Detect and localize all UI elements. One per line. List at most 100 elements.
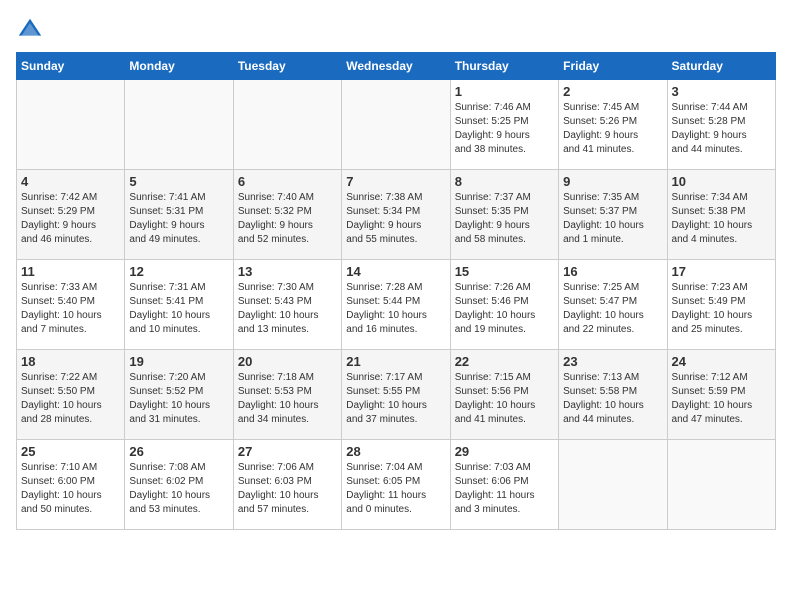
day-info: Sunrise: 7:38 AM Sunset: 5:34 PM Dayligh… bbox=[346, 191, 445, 247]
day-info: Sunrise: 7:23 AM Sunset: 5:49 PM Dayligh… bbox=[672, 281, 771, 337]
day-cell: 28 Sunrise: 7:04 AM Sunset: 6:05 PM Dayli… bbox=[342, 440, 450, 530]
day-cell: 11Sunrise: 7:33 AM Sunset: 5:40 PM Dayli… bbox=[17, 260, 125, 350]
col-header-monday: Monday bbox=[125, 53, 233, 80]
day-number: 23 bbox=[563, 354, 662, 369]
day-cell: 12Sunrise: 7:31 AM Sunset: 5:41 PM Dayli… bbox=[125, 260, 233, 350]
day-cell: 16 Sunrise: 7:25 AM Sunset: 5:47 PM Dayli… bbox=[559, 260, 667, 350]
day-cell: 15 Sunrise: 7:26 AM Sunset: 5:46 PM Dayli… bbox=[450, 260, 558, 350]
day-info: Sunrise: 7:20 AM Sunset: 5:52 PM Dayligh… bbox=[129, 371, 228, 427]
day-cell bbox=[342, 80, 450, 170]
day-number: 16 bbox=[563, 264, 662, 279]
col-header-saturday: Saturday bbox=[667, 53, 775, 80]
day-info: Sunrise: 7:35 AM Sunset: 5:37 PM Dayligh… bbox=[563, 191, 662, 247]
day-info: Sunrise: 7:34 AM Sunset: 5:38 PM Dayligh… bbox=[672, 191, 771, 247]
day-cell bbox=[667, 440, 775, 530]
day-number: 6 bbox=[238, 174, 337, 189]
day-number: 10 bbox=[672, 174, 771, 189]
day-number: 13 bbox=[238, 264, 337, 279]
day-cell bbox=[17, 80, 125, 170]
day-info: Sunrise: 7:45 AM Sunset: 5:26 PM Dayligh… bbox=[563, 101, 662, 157]
day-info: Sunrise: 7:41 AM Sunset: 5:31 PM Dayligh… bbox=[129, 191, 228, 247]
day-number: 26 bbox=[129, 444, 228, 459]
day-cell: 9 Sunrise: 7:35 AM Sunset: 5:37 PM Daylig… bbox=[559, 170, 667, 260]
day-cell: 25 Sunrise: 7:10 AM Sunset: 6:00 PM Dayli… bbox=[17, 440, 125, 530]
day-info: Sunrise: 7:33 AM Sunset: 5:40 PM Dayligh… bbox=[21, 281, 120, 337]
day-cell bbox=[233, 80, 341, 170]
day-cell: 10 Sunrise: 7:34 AM Sunset: 5:38 PM Dayli… bbox=[667, 170, 775, 260]
day-cell: 22 Sunrise: 7:15 AM Sunset: 5:56 PM Dayli… bbox=[450, 350, 558, 440]
day-cell: 19 Sunrise: 7:20 AM Sunset: 5:52 PM Dayli… bbox=[125, 350, 233, 440]
day-cell: 3Sunrise: 7:44 AM Sunset: 5:28 PM Daylig… bbox=[667, 80, 775, 170]
week-row-1: 1 Sunrise: 7:46 AM Sunset: 5:25 PM Daylig… bbox=[17, 80, 776, 170]
day-info: Sunrise: 7:17 AM Sunset: 5:55 PM Dayligh… bbox=[346, 371, 445, 427]
day-info: Sunrise: 7:10 AM Sunset: 6:00 PM Dayligh… bbox=[21, 461, 120, 517]
day-number: 5 bbox=[129, 174, 228, 189]
day-info: Sunrise: 7:46 AM Sunset: 5:25 PM Dayligh… bbox=[455, 101, 554, 157]
day-info: Sunrise: 7:40 AM Sunset: 5:32 PM Dayligh… bbox=[238, 191, 337, 247]
day-number: 1 bbox=[455, 84, 554, 99]
day-info: Sunrise: 7:08 AM Sunset: 6:02 PM Dayligh… bbox=[129, 461, 228, 517]
col-header-sunday: Sunday bbox=[17, 53, 125, 80]
day-number: 4 bbox=[21, 174, 120, 189]
day-info: Sunrise: 7:30 AM Sunset: 5:43 PM Dayligh… bbox=[238, 281, 337, 337]
day-number: 19 bbox=[129, 354, 228, 369]
day-number: 15 bbox=[455, 264, 554, 279]
day-number: 24 bbox=[672, 354, 771, 369]
day-cell: 1 Sunrise: 7:46 AM Sunset: 5:25 PM Daylig… bbox=[450, 80, 558, 170]
day-info: Sunrise: 7:13 AM Sunset: 5:58 PM Dayligh… bbox=[563, 371, 662, 427]
day-cell: 7 Sunrise: 7:38 AM Sunset: 5:34 PM Daylig… bbox=[342, 170, 450, 260]
col-header-friday: Friday bbox=[559, 53, 667, 80]
day-number: 9 bbox=[563, 174, 662, 189]
logo bbox=[16, 16, 48, 44]
day-number: 20 bbox=[238, 354, 337, 369]
day-info: Sunrise: 7:22 AM Sunset: 5:50 PM Dayligh… bbox=[21, 371, 120, 427]
day-info: Sunrise: 7:31 AM Sunset: 5:41 PM Dayligh… bbox=[129, 281, 228, 337]
day-cell: 13 Sunrise: 7:30 AM Sunset: 5:43 PM Dayli… bbox=[233, 260, 341, 350]
week-row-3: 11Sunrise: 7:33 AM Sunset: 5:40 PM Dayli… bbox=[17, 260, 776, 350]
day-number: 29 bbox=[455, 444, 554, 459]
day-cell: 29 Sunrise: 7:03 AM Sunset: 6:06 PM Dayli… bbox=[450, 440, 558, 530]
day-cell: 23 Sunrise: 7:13 AM Sunset: 5:58 PM Dayli… bbox=[559, 350, 667, 440]
col-header-thursday: Thursday bbox=[450, 53, 558, 80]
week-row-2: 4 Sunrise: 7:42 AM Sunset: 5:29 PM Daylig… bbox=[17, 170, 776, 260]
col-header-wednesday: Wednesday bbox=[342, 53, 450, 80]
day-cell bbox=[559, 440, 667, 530]
day-number: 17 bbox=[672, 264, 771, 279]
day-info: Sunrise: 7:37 AM Sunset: 5:35 PM Dayligh… bbox=[455, 191, 554, 247]
day-info: Sunrise: 7:12 AM Sunset: 5:59 PM Dayligh… bbox=[672, 371, 771, 427]
day-info: Sunrise: 7:26 AM Sunset: 5:46 PM Dayligh… bbox=[455, 281, 554, 337]
day-info: Sunrise: 7:44 AM Sunset: 5:28 PM Dayligh… bbox=[672, 101, 771, 157]
day-info: Sunrise: 7:42 AM Sunset: 5:29 PM Dayligh… bbox=[21, 191, 120, 247]
day-number: 14 bbox=[346, 264, 445, 279]
page-header bbox=[16, 16, 776, 44]
day-cell: 5 Sunrise: 7:41 AM Sunset: 5:31 PM Daylig… bbox=[125, 170, 233, 260]
day-cell: 24 Sunrise: 7:12 AM Sunset: 5:59 PM Dayli… bbox=[667, 350, 775, 440]
day-cell: 21 Sunrise: 7:17 AM Sunset: 5:55 PM Dayli… bbox=[342, 350, 450, 440]
day-info: Sunrise: 7:15 AM Sunset: 5:56 PM Dayligh… bbox=[455, 371, 554, 427]
calendar-table: SundayMondayTuesdayWednesdayThursdayFrid… bbox=[16, 52, 776, 530]
day-cell: 8Sunrise: 7:37 AM Sunset: 5:35 PM Daylig… bbox=[450, 170, 558, 260]
day-cell: 17 Sunrise: 7:23 AM Sunset: 5:49 PM Dayli… bbox=[667, 260, 775, 350]
day-cell: 20 Sunrise: 7:18 AM Sunset: 5:53 PM Dayli… bbox=[233, 350, 341, 440]
week-row-4: 18 Sunrise: 7:22 AM Sunset: 5:50 PM Dayli… bbox=[17, 350, 776, 440]
col-header-tuesday: Tuesday bbox=[233, 53, 341, 80]
day-number: 27 bbox=[238, 444, 337, 459]
day-cell: 18 Sunrise: 7:22 AM Sunset: 5:50 PM Dayli… bbox=[17, 350, 125, 440]
day-cell: 2Sunrise: 7:45 AM Sunset: 5:26 PM Daylig… bbox=[559, 80, 667, 170]
day-number: 22 bbox=[455, 354, 554, 369]
day-info: Sunrise: 7:18 AM Sunset: 5:53 PM Dayligh… bbox=[238, 371, 337, 427]
day-number: 7 bbox=[346, 174, 445, 189]
day-number: 28 bbox=[346, 444, 445, 459]
day-info: Sunrise: 7:06 AM Sunset: 6:03 PM Dayligh… bbox=[238, 461, 337, 517]
day-cell: 6 Sunrise: 7:40 AM Sunset: 5:32 PM Daylig… bbox=[233, 170, 341, 260]
day-number: 18 bbox=[21, 354, 120, 369]
day-info: Sunrise: 7:04 AM Sunset: 6:05 PM Dayligh… bbox=[346, 461, 445, 517]
day-info: Sunrise: 7:03 AM Sunset: 6:06 PM Dayligh… bbox=[455, 461, 554, 517]
day-cell: 4 Sunrise: 7:42 AM Sunset: 5:29 PM Daylig… bbox=[17, 170, 125, 260]
day-cell bbox=[125, 80, 233, 170]
day-number: 25 bbox=[21, 444, 120, 459]
day-cell: 27 Sunrise: 7:06 AM Sunset: 6:03 PM Dayli… bbox=[233, 440, 341, 530]
day-info: Sunrise: 7:25 AM Sunset: 5:47 PM Dayligh… bbox=[563, 281, 662, 337]
week-row-5: 25 Sunrise: 7:10 AM Sunset: 6:00 PM Dayli… bbox=[17, 440, 776, 530]
day-number: 21 bbox=[346, 354, 445, 369]
